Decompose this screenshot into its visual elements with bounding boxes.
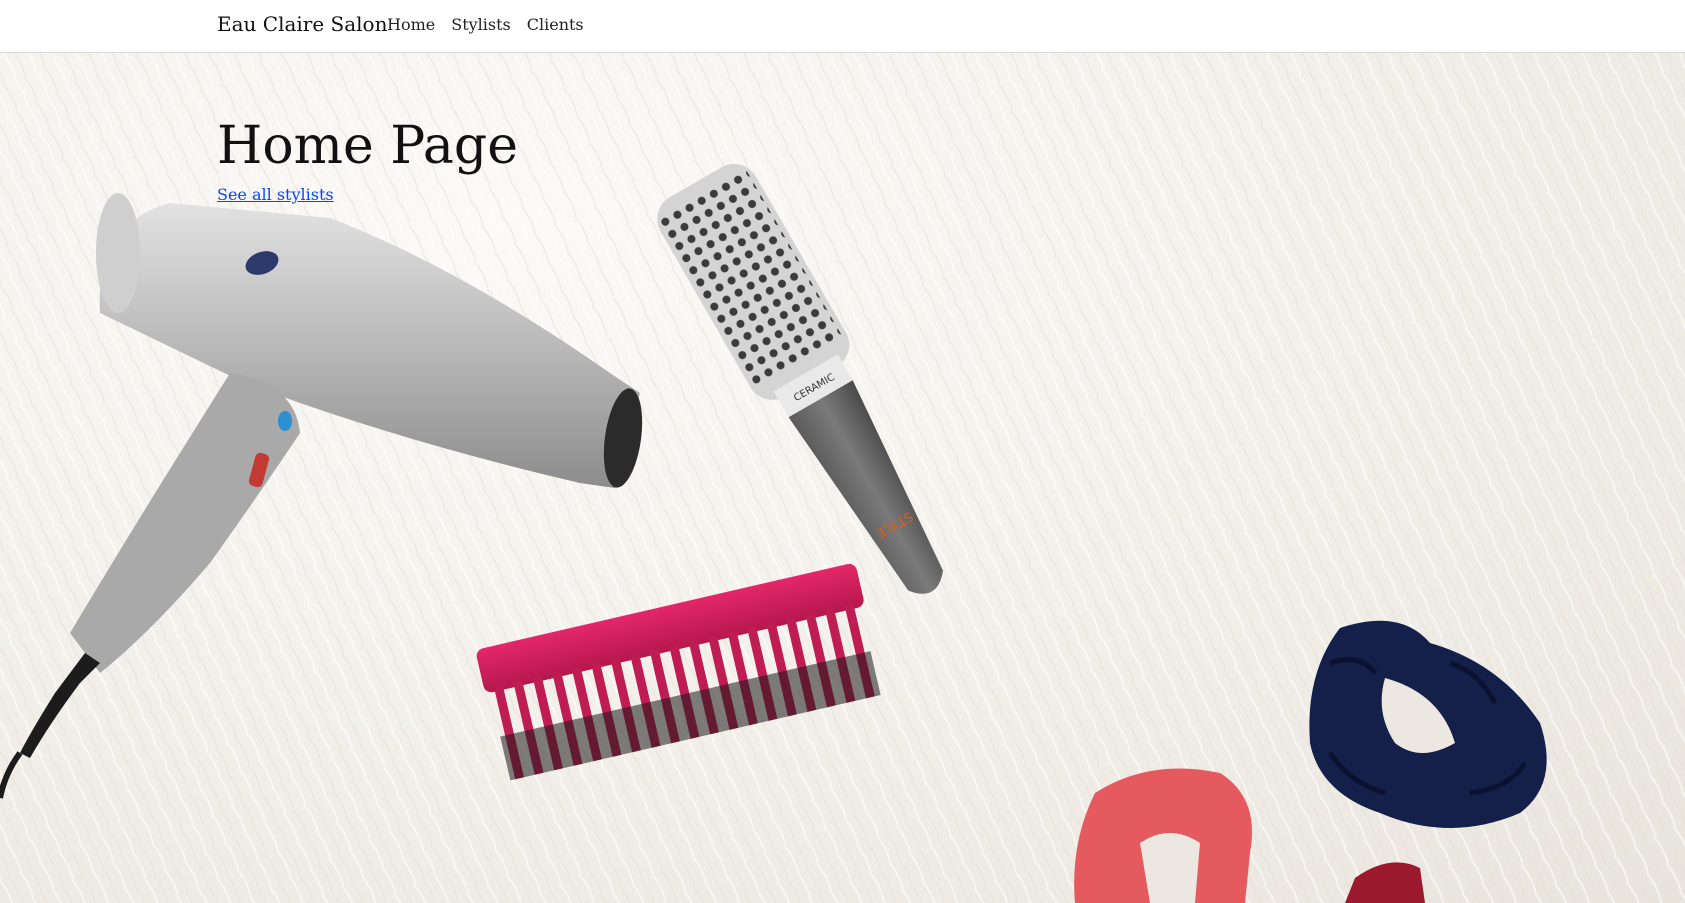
brand-link[interactable]: Eau Claire Salon <box>217 12 387 36</box>
main-content: Home Page See all stylists <box>217 116 518 204</box>
top-navbar: Eau Claire Salon Home Stylists Clients <box>0 0 1685 53</box>
hero-background-image: CERAMIC STYLE Home Page See all stylists <box>0 53 1685 903</box>
see-all-stylists-link[interactable]: See all stylists <box>217 185 334 204</box>
nav-home-link[interactable]: Home <box>387 15 435 34</box>
page-title: Home Page <box>217 116 518 176</box>
nav-clients-link[interactable]: Clients <box>527 15 584 34</box>
nav-links: Home Stylists Clients <box>387 15 584 34</box>
nav-stylists-link[interactable]: Stylists <box>451 15 511 34</box>
